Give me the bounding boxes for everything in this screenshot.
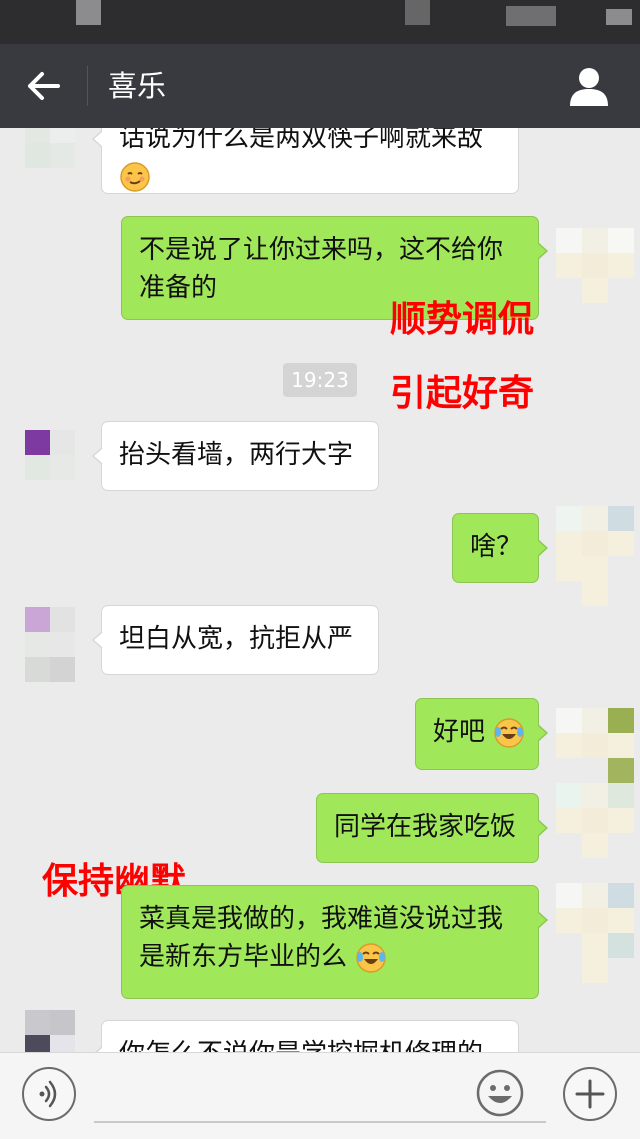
plus-button[interactable] bbox=[563, 1067, 617, 1121]
message-bubble-outgoing[interactable]: 菜真是我做的，我难道没说过我 是新东方毕业的么 bbox=[121, 885, 548, 999]
header-divider bbox=[87, 66, 88, 106]
status-bar-block bbox=[606, 9, 632, 25]
contact-avatar[interactable] bbox=[25, 607, 75, 682]
plus-icon bbox=[575, 1079, 605, 1109]
message-text: 你怎么不说你是学挖掘机修理的 bbox=[119, 1039, 483, 1052]
my-avatar[interactable] bbox=[556, 506, 634, 606]
my-avatar[interactable] bbox=[556, 228, 634, 304]
chat-title: 喜乐 bbox=[108, 69, 167, 103]
message-bubble-outgoing[interactable]: 好吧 bbox=[415, 698, 548, 770]
my-avatar[interactable] bbox=[556, 708, 634, 784]
message-bubble-outgoing[interactable]: 同学在我家吃饭 bbox=[316, 793, 548, 863]
smirk-emoji-icon bbox=[120, 161, 150, 192]
message-text: 同学在我家吃饭 bbox=[334, 812, 517, 842]
back-arrow-icon[interactable] bbox=[22, 64, 66, 108]
annotation-text: 顺势调侃 bbox=[390, 299, 535, 340]
input-underline bbox=[94, 1121, 546, 1123]
status-bar-block bbox=[506, 6, 556, 26]
smiley-icon[interactable] bbox=[475, 1068, 525, 1118]
timestamp: 19:23 bbox=[283, 363, 357, 397]
message-text: 菜真是我做的，我难道没说过我 bbox=[139, 904, 504, 934]
status-bar-block bbox=[405, 0, 430, 25]
voice-button[interactable] bbox=[22, 1067, 76, 1121]
chat-header: 喜乐 bbox=[0, 44, 640, 128]
message-bubble-incoming[interactable]: 抬头看墙，两行大字 bbox=[92, 421, 379, 491]
message-text: 坦白从宽，抗拒从严 bbox=[119, 624, 354, 654]
message-bubble-incoming[interactable]: 你怎么不说你是学挖掘机修理的 bbox=[92, 1020, 519, 1052]
message-input[interactable] bbox=[94, 1071, 478, 1121]
message-bubble-outgoing[interactable]: 啥？ bbox=[452, 513, 548, 583]
message-text: 不是说了让你过来吗，这不给你 bbox=[139, 235, 504, 265]
tears-of-joy-emoji-icon bbox=[494, 717, 525, 748]
contact-avatar[interactable] bbox=[25, 430, 75, 480]
message-list[interactable]: 话说为什么是两双筷子啊就来敌 不是说了让你过来吗，这不给你 准备的 顺势调侃 1… bbox=[0, 128, 640, 1052]
input-bar bbox=[0, 1052, 640, 1139]
my-avatar[interactable] bbox=[556, 783, 634, 859]
message-text: 啥？ bbox=[470, 532, 523, 562]
annotation-text: 引起好奇 bbox=[390, 373, 535, 414]
message-bubble-incoming[interactable]: 坦白从宽，抗拒从严 bbox=[92, 605, 379, 675]
contact-avatar[interactable] bbox=[25, 128, 75, 168]
message-bubble-incoming[interactable]: 话说为什么是两双筷子啊就来敌 bbox=[92, 128, 519, 194]
voice-icon bbox=[39, 1080, 57, 1108]
person-icon[interactable] bbox=[565, 62, 613, 110]
contact-avatar[interactable] bbox=[25, 1010, 75, 1052]
status-bar bbox=[0, 0, 640, 44]
tears-of-joy-emoji-icon bbox=[356, 942, 387, 973]
message-text: 好吧 bbox=[433, 717, 486, 747]
message-text: 是新东方毕业的么 bbox=[139, 942, 348, 972]
status-bar-block bbox=[76, 0, 101, 25]
my-avatar[interactable] bbox=[556, 883, 634, 988]
message-text: 话说为什么是两双筷子啊就来敌 bbox=[119, 128, 484, 153]
message-text: 抬头看墙，两行大字 bbox=[119, 440, 354, 470]
